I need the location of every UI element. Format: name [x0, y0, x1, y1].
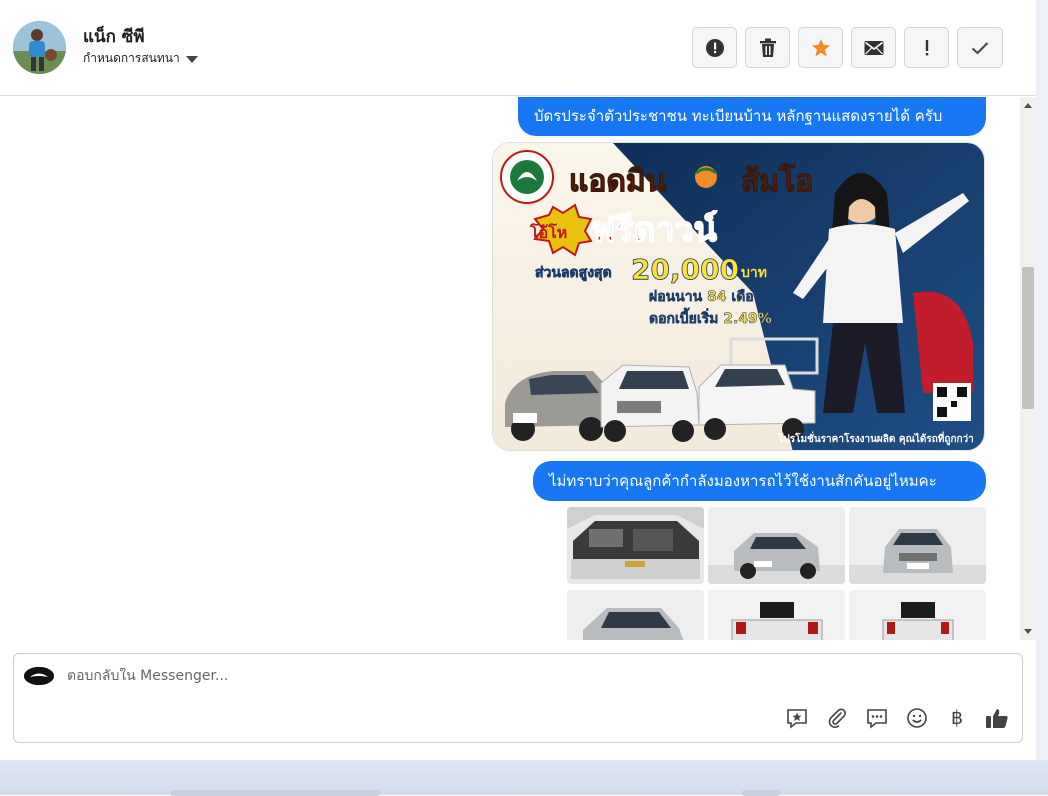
taskbar — [0, 760, 1048, 796]
car-photo-engine[interactable] — [567, 507, 704, 584]
ad-discount-value: 20,000 — [631, 253, 739, 286]
conversation-header: แน็ก ซีพี กำหนดการสนทนา — [0, 0, 1036, 96]
ad-offer: ฟรีดาวน์ — [591, 210, 717, 250]
message-bubble: ไม่ทราบว่าคุณลูกค้ากำลังมองหารถไว้ใช้งาน… — [533, 461, 986, 501]
delete-button[interactable] — [745, 27, 790, 68]
car-photo-rear[interactable] — [708, 590, 845, 640]
reply-composer: ฿ — [13, 653, 1023, 743]
caret-down-icon — [185, 56, 198, 63]
composer-tools: ฿ — [784, 706, 1010, 730]
taskbar-item[interactable] — [742, 790, 780, 796]
ad-headline2: ส้มโอ — [741, 162, 813, 199]
promo-image[interactable]: แอดมิน ส้มโอ โอ้โห ฟรีดาวน์ ส่วนลดสูงสุด… — [492, 142, 985, 451]
ad-footer: โปรโมชั่นราคาโรงงานผลิต คุณได้รถที่ถูกกว… — [777, 431, 974, 446]
ad-badge: โอ้โห — [529, 222, 567, 242]
thumbs-up-icon[interactable] — [984, 706, 1010, 730]
messenger-inbox: แน็ก ซีพี กำหนดการสนทนา บัดรประจำตัวประช… — [0, 0, 1036, 760]
check-icon — [971, 41, 989, 54]
car-photo-front[interactable] — [708, 507, 845, 584]
reply-input[interactable] — [67, 668, 767, 684]
message-bubble: บัดรประจำตัวประชาชน ทะเบียนบ้าน หลักฐานแ… — [518, 97, 986, 136]
message-thread[interactable]: บัดรประจำตัวประชาชน ทะเบียนบ้าน หลักฐานแ… — [0, 97, 1020, 640]
contact-name: แน็ก ซีพี — [83, 27, 145, 47]
done-button[interactable] — [957, 27, 1003, 68]
ad-installment: ผ่อนนาน 84 เดือน — [649, 289, 764, 305]
saved-reply-icon[interactable] — [784, 706, 810, 730]
envelope-icon — [864, 40, 883, 55]
conversation-actions — [692, 27, 1003, 68]
attachment-icon[interactable] — [824, 706, 850, 730]
alert-circle-icon — [705, 38, 724, 57]
spam-button[interactable] — [692, 27, 737, 68]
emoji-icon[interactable] — [904, 706, 930, 730]
baht-icon[interactable]: ฿ — [944, 706, 970, 730]
car-photo-rear-center[interactable] — [849, 590, 986, 640]
thread-scrollbar[interactable] — [1020, 97, 1036, 640]
ad-discount-unit: บาท — [741, 265, 767, 281]
star-button[interactable] — [798, 27, 843, 68]
taskbar-item[interactable] — [170, 790, 380, 796]
chat-bubble-icon[interactable] — [864, 706, 890, 730]
car-photo-side[interactable] — [567, 590, 704, 640]
ad-headline1: แอดมิน — [569, 164, 667, 199]
star-icon — [811, 38, 830, 56]
trash-icon — [759, 38, 776, 57]
ad-discount-label: ส่วนลดสูงสุด — [535, 265, 612, 281]
car-photo-front-center[interactable] — [849, 507, 986, 584]
scroll-up-arrow-icon[interactable] — [1024, 103, 1032, 108]
scroll-down-arrow-icon[interactable] — [1024, 629, 1032, 634]
assign-conversation-dropdown[interactable]: กำหนดการสนทนา — [83, 49, 198, 68]
mark-unread-button[interactable] — [851, 27, 896, 68]
baht-glyph: ฿ — [950, 707, 964, 729]
contact-avatar[interactable] — [13, 21, 66, 74]
window-edge — [1036, 0, 1048, 760]
page-avatar — [24, 667, 54, 685]
follow-up-button[interactable] — [904, 27, 949, 68]
scroll-thumb[interactable] — [1022, 267, 1034, 409]
assign-label: กำหนดการสนทนา — [83, 51, 180, 65]
exclamation-icon — [925, 39, 928, 55]
